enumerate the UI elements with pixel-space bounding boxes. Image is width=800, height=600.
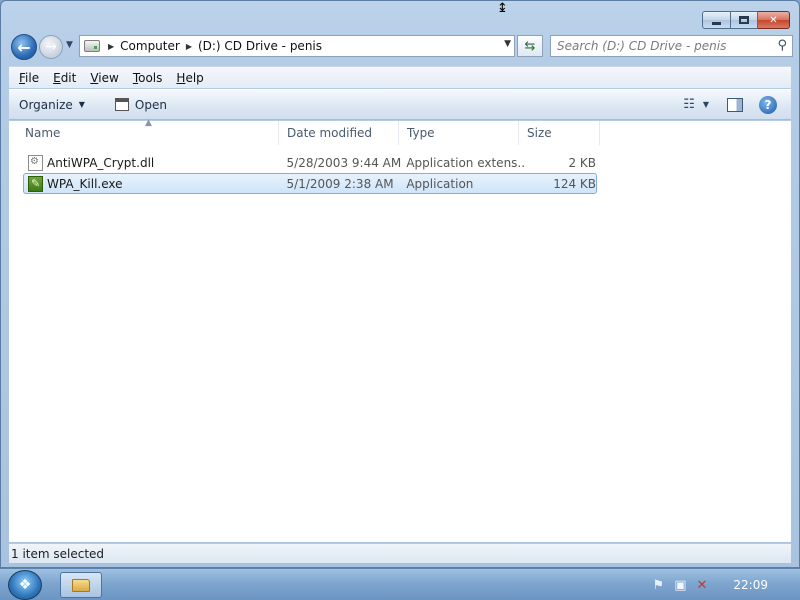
mouse-cursor-icon: ↨ — [497, 1, 508, 16]
address-bar[interactable]: ▶ Computer ▶ (D:) CD Drive - penis ▼ — [79, 35, 515, 57]
file-size: 124 KB — [553, 176, 597, 191]
explorer-window: ↨ ✕ ← → ▼ ▶ Computer ▶ (D:) CD Drive - p… — [0, 0, 800, 568]
clock[interactable]: 22:09 — [733, 578, 768, 592]
taskbar-explorer-button[interactable] — [60, 572, 102, 598]
chevron-down-icon: ▼ — [78, 100, 85, 109]
column-header-type[interactable]: Type — [399, 121, 519, 145]
file-date: 5/28/2003 9:44 AM — [286, 155, 402, 170]
details-view-icon: ☷ — [683, 97, 695, 112]
file-name: WPA_Kill.exe — [47, 176, 123, 191]
views-button[interactable]: ☷ ▼ — [683, 97, 709, 112]
column-header-date-modified[interactable]: Date modified — [279, 121, 399, 145]
minimize-button[interactable] — [702, 11, 731, 29]
recent-pages-dropdown-icon[interactable]: ▼ — [66, 40, 73, 50]
forward-arrow-icon: → — [45, 39, 57, 55]
file-list[interactable]: ▲ Name Date modified Type Size AntiWPA_C… — [9, 118, 791, 542]
maximize-button[interactable] — [731, 11, 758, 29]
back-button[interactable]: ← — [11, 34, 37, 60]
close-button[interactable]: ✕ — [758, 11, 790, 29]
status-text: 1 item selected — [11, 546, 105, 561]
help-button[interactable]: ? — [759, 96, 777, 114]
help-icon: ? — [764, 98, 772, 112]
menu-help[interactable]: Help — [176, 71, 203, 85]
file-row[interactable]: AntiWPA_Crypt.dll 5/28/2003 9:44 AM Appl… — [23, 152, 597, 173]
file-row-selected[interactable]: WPA_Kill.exe 5/1/2009 2:38 AM Applicatio… — [23, 173, 597, 194]
back-arrow-icon: ← — [17, 37, 31, 57]
organize-label: Organize — [19, 97, 73, 112]
action-center-flag-icon[interactable]: ⚑ — [653, 578, 665, 593]
close-icon: ✕ — [769, 14, 778, 26]
open-label: Open — [134, 97, 167, 112]
chevron-down-icon[interactable]: ▼ — [703, 100, 709, 109]
minimize-icon — [712, 21, 721, 25]
maximize-icon — [739, 16, 749, 24]
file-type: Application — [406, 176, 474, 191]
status-bar: 1 item selected — [9, 543, 791, 563]
volume-muted-icon[interactable]: ✕ — [697, 578, 708, 593]
menu-file[interactable]: File — [19, 71, 39, 85]
system-tray: ⚑ ▣ ✕ 22:09 — [653, 569, 800, 600]
command-bar: Organize ▼ Open ☷ ▼ ? — [9, 89, 791, 120]
column-header-name[interactable]: ▲ Name — [9, 118, 279, 145]
menu-edit[interactable]: Edit — [53, 71, 76, 85]
file-type: Application extens... — [406, 155, 527, 170]
preview-pane-button[interactable] — [727, 98, 743, 112]
refresh-button[interactable]: ⇆ — [517, 35, 543, 57]
menu-tools[interactable]: Tools — [133, 71, 163, 85]
file-size: 2 KB — [568, 155, 597, 170]
address-dropdown-icon[interactable]: ▼ — [504, 39, 511, 49]
breadcrumb-computer[interactable]: Computer — [120, 39, 180, 53]
search-box[interactable]: ⚲ — [550, 35, 793, 57]
caption-buttons: ✕ — [702, 11, 790, 29]
menu-bar: File Edit View Tools Help — [9, 66, 791, 88]
search-icon[interactable]: ⚲ — [777, 38, 787, 53]
network-icon[interactable]: ▣ — [674, 578, 686, 593]
taskbar: ❖ ⚑ ▣ ✕ 22:09 — [0, 568, 800, 600]
folder-icon — [72, 578, 90, 592]
drive-icon — [84, 40, 100, 52]
dll-file-icon — [28, 154, 43, 171]
column-headers: ▲ Name Date modified Type Size — [9, 118, 600, 145]
column-header-size[interactable]: Size — [519, 121, 600, 145]
exe-file-icon — [28, 175, 43, 192]
forward-button[interactable]: → — [39, 35, 63, 59]
navigation-row: ← → ▼ ▶ Computer ▶ (D:) CD Drive - penis… — [9, 34, 793, 60]
open-button[interactable]: Open — [114, 97, 167, 112]
file-name: AntiWPA_Crypt.dll — [47, 155, 155, 170]
refresh-icon: ⇆ — [524, 38, 536, 54]
sort-ascending-icon: ▲ — [145, 118, 152, 128]
breadcrumb-chevron-icon[interactable]: ▶ — [108, 42, 114, 51]
search-input[interactable] — [557, 39, 769, 53]
breadcrumb-chevron-icon[interactable]: ▶ — [186, 42, 192, 51]
organize-button[interactable]: Organize ▼ — [19, 98, 85, 112]
breadcrumb-cd-drive[interactable]: (D:) CD Drive - penis — [198, 39, 322, 53]
open-icon — [114, 98, 129, 111]
file-date: 5/1/2009 2:38 AM — [286, 176, 394, 191]
start-button[interactable]: ❖ — [8, 570, 42, 600]
menu-view[interactable]: View — [90, 71, 118, 85]
windows-logo-icon: ❖ — [18, 577, 32, 593]
